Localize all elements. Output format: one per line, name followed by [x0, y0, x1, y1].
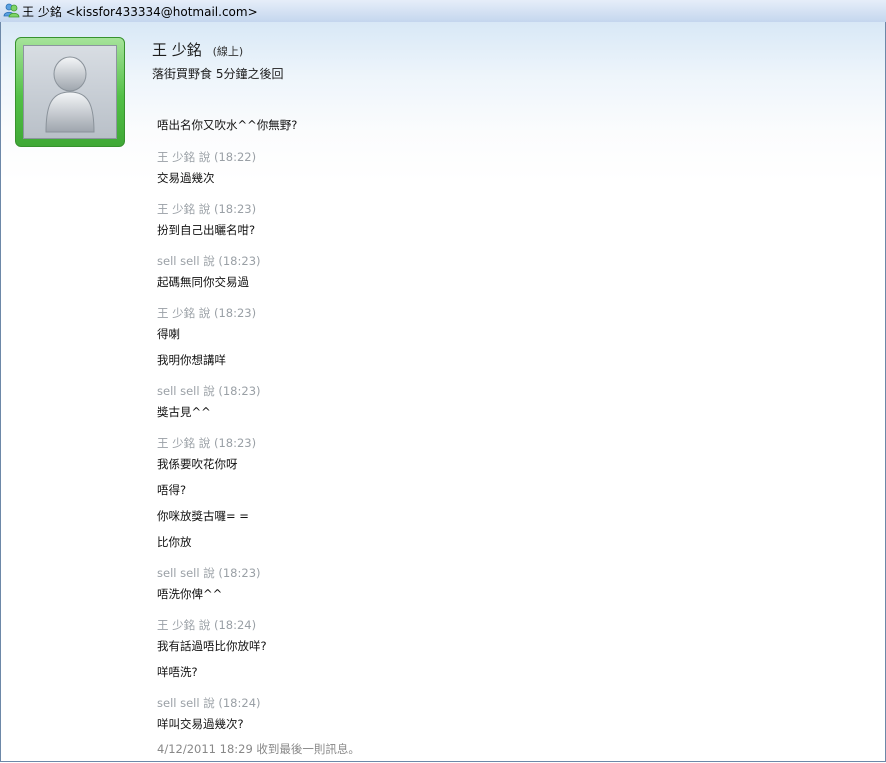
sender-line: sell sell 說 (18:23)	[157, 254, 261, 268]
message-text: 得喇	[157, 327, 180, 341]
message-text: 咩唔洗?	[157, 665, 198, 679]
messenger-icon	[3, 3, 20, 18]
message-text: 咩叫交易過幾次?	[157, 717, 244, 731]
message-text: 唔出名你又吹水^^你無野?	[157, 118, 298, 132]
message-text: 唔洗你俾^^	[157, 587, 223, 601]
title-bar[interactable]: 王 少銘 <kissfor433334@hotmail.com>	[0, 0, 886, 23]
message-text: 起碼無同你交易過	[157, 275, 249, 289]
last-message-received: 4/12/2011 18:29 收到最後一則訊息。	[157, 742, 360, 756]
conversation-window: 王 少銘 (線上) 落街買野食 5分鐘之後回 唔出名你又吹水^^你無野? 王 少…	[0, 22, 886, 762]
message-text: 唔得?	[157, 483, 187, 497]
message-text: 我有話過唔比你放咩?	[157, 639, 267, 653]
message-text: 扮到自己出曬名咁?	[157, 223, 256, 237]
sender-line: 王 少銘 說 (18:22)	[157, 150, 257, 164]
window-title: 王 少銘 <kissfor433334@hotmail.com>	[22, 5, 258, 19]
message-text: 獎古見^^	[157, 405, 211, 419]
message-text: 交易過幾次	[157, 171, 215, 185]
message-history[interactable]: 唔出名你又吹水^^你無野? 王 少銘 說 (18:22) 交易過幾次 王 少銘 …	[1, 22, 885, 761]
sender-line: 王 少銘 說 (18:23)	[157, 202, 257, 216]
sender-line: 王 少銘 說 (18:24)	[157, 618, 257, 632]
message-text: 比你放	[157, 535, 192, 549]
message-text: 我係要吹花你呀	[157, 457, 238, 471]
sender-line: sell sell 說 (18:23)	[157, 566, 261, 580]
sender-line: 王 少銘 說 (18:23)	[157, 436, 257, 450]
message-text: 你咪放獎古囉= =	[157, 509, 249, 523]
sender-line: sell sell 說 (18:24)	[157, 696, 261, 710]
sender-line: sell sell 說 (18:23)	[157, 384, 261, 398]
message-text: 我明你想講咩	[157, 353, 226, 367]
sender-line: 王 少銘 說 (18:23)	[157, 306, 257, 320]
